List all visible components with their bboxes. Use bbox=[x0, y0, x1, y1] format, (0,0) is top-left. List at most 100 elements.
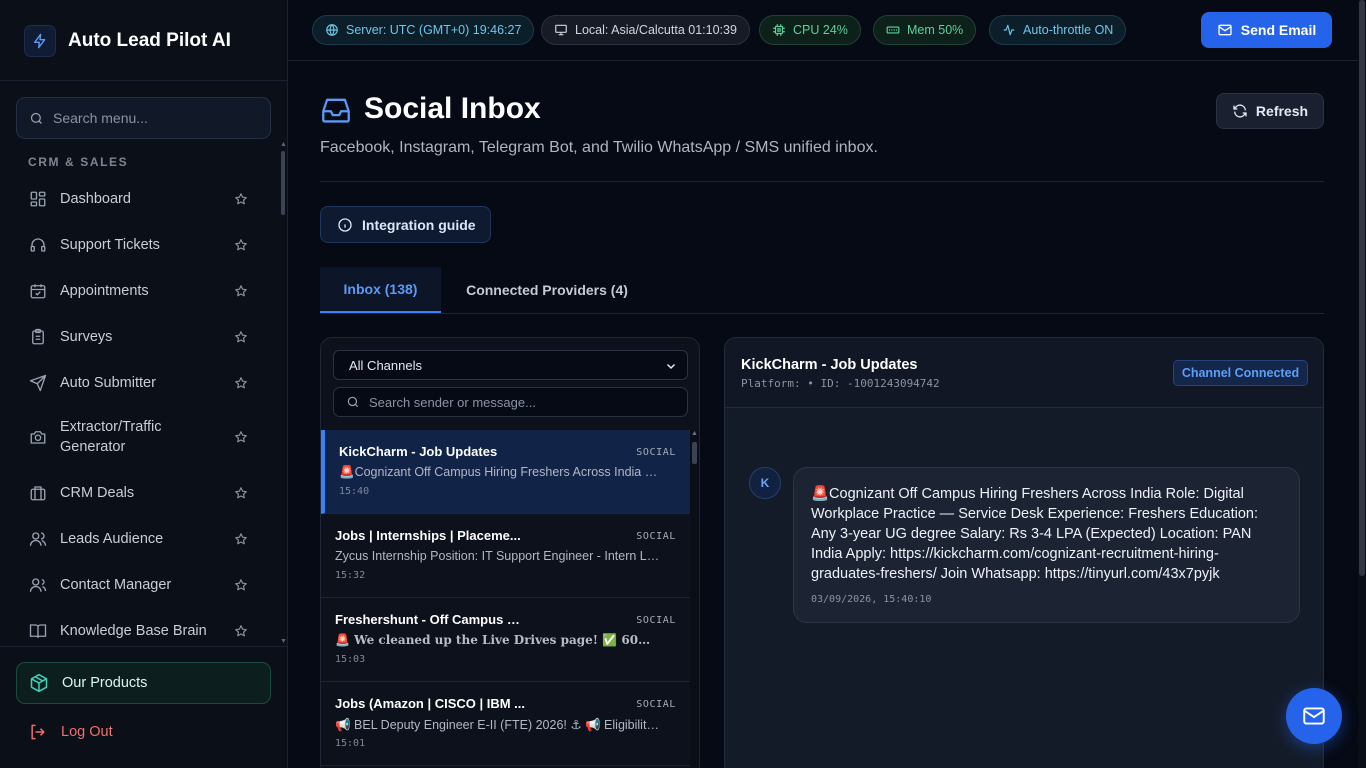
globe-icon bbox=[325, 23, 339, 37]
sidebar-scrollbar[interactable]: ▲ ▼ bbox=[280, 141, 287, 645]
clipboard-list-icon bbox=[28, 327, 48, 347]
brand[interactable]: Auto Lead Pilot AI bbox=[24, 24, 231, 57]
sidebar-item-appointments[interactable]: Appointments bbox=[16, 280, 272, 302]
logout-button[interactable]: Log Out bbox=[16, 716, 113, 748]
sidebar: Auto Lead Pilot AI CRM & SALES ▲ ▼ Dashb… bbox=[0, 0, 288, 768]
sidebar-item-label: Leads Audience bbox=[60, 531, 164, 547]
message-bubble: 🚨Cognizant Off Campus Hiring Freshers Ac… bbox=[793, 467, 1300, 623]
top-bar: Server: UTC (GMT+0) 19:46:27 Local: Asia… bbox=[288, 0, 1358, 61]
sidebar-search-input[interactable] bbox=[53, 110, 253, 126]
mail-icon bbox=[1217, 22, 1233, 38]
conversation-name: Jobs | Internships | Placeme... bbox=[335, 528, 521, 543]
book-open-icon bbox=[28, 621, 48, 641]
divider bbox=[320, 313, 1324, 314]
page-scrollbar[interactable] bbox=[1358, 0, 1366, 768]
send-email-label: Send Email bbox=[1240, 22, 1317, 38]
message-timestamp: 03/09/2026, 15:40:10 bbox=[811, 594, 932, 605]
message-search[interactable] bbox=[333, 387, 688, 417]
our-products-button[interactable]: Our Products bbox=[16, 662, 271, 704]
refresh-icon bbox=[1232, 103, 1248, 119]
avatar: K bbox=[749, 467, 781, 499]
tab-inbox[interactable]: Inbox (138) bbox=[320, 267, 441, 313]
conversation-header: KickCharm - Job Updates Platform: • ID: … bbox=[725, 338, 1323, 408]
channel-filter-select[interactable]: All Channels bbox=[333, 350, 688, 380]
logout-icon bbox=[28, 722, 48, 742]
sidebar-item-knowledge-base[interactable]: Knowledge Base Brain bbox=[16, 620, 272, 642]
sidebar-item-label: Auto Submitter bbox=[60, 375, 156, 391]
send-email-button[interactable]: Send Email bbox=[1201, 12, 1332, 48]
package-icon bbox=[29, 673, 49, 693]
sidebar-item-label: Surveys bbox=[60, 329, 113, 345]
sidebar-item-label: Support Tickets bbox=[60, 237, 160, 253]
star-icon[interactable] bbox=[234, 192, 248, 206]
divider bbox=[0, 80, 287, 81]
star-icon[interactable] bbox=[234, 624, 248, 638]
scroll-down-icon[interactable]: ▼ bbox=[280, 638, 287, 645]
memory-text: Mem 50% bbox=[907, 23, 964, 37]
conversation-detail-panel: KickCharm - Job Updates Platform: • ID: … bbox=[724, 337, 1324, 768]
sidebar-item-label: CRM Deals bbox=[60, 485, 135, 501]
conversation-time: 15:32 bbox=[335, 570, 366, 581]
conversation-item[interactable]: Freshershunt - Off Campus D... SOCIAL 🚨 … bbox=[321, 598, 690, 682]
conversation-tag: SOCIAL bbox=[636, 615, 676, 626]
sidebar-item-label: Dashboard bbox=[60, 191, 131, 207]
conversation-name: KickCharm - Job Updates bbox=[339, 444, 498, 459]
star-icon[interactable] bbox=[234, 578, 248, 592]
sidebar-search[interactable] bbox=[16, 97, 271, 139]
conversation-time: 15:03 bbox=[335, 654, 366, 665]
scrollbar-thumb[interactable] bbox=[281, 151, 285, 215]
sidebar-item-auto-submitter[interactable]: Auto Submitter bbox=[16, 372, 272, 394]
server-time-text: Server: UTC (GMT+0) 19:46:27 bbox=[346, 23, 522, 37]
search-icon bbox=[29, 111, 44, 126]
star-icon[interactable] bbox=[234, 486, 248, 500]
divider bbox=[320, 181, 1324, 182]
sidebar-item-extractor[interactable]: Extractor/Traffic Generator bbox=[16, 416, 272, 458]
camera-icon bbox=[28, 427, 48, 447]
conversation-name: Jobs (Amazon | CISCO | IBM ... bbox=[335, 696, 525, 711]
refresh-button[interactable]: Refresh bbox=[1216, 93, 1324, 129]
sidebar-section-title: CRM & SALES bbox=[28, 155, 129, 169]
sidebar-item-contact-manager[interactable]: Contact Manager bbox=[16, 574, 272, 596]
activity-icon bbox=[1002, 23, 1016, 37]
auto-throttle-badge: Auto-throttle ON bbox=[989, 15, 1127, 45]
scroll-up-icon[interactable]: ▲ bbox=[280, 141, 287, 148]
star-icon[interactable] bbox=[234, 430, 248, 444]
conversation-item[interactable]: Jobs (Amazon | CISCO | IBM ... SOCIAL 📢 … bbox=[321, 682, 690, 766]
page-title: Social Inbox bbox=[364, 92, 541, 125]
sidebar-item-label: Knowledge Base Brain bbox=[60, 623, 207, 639]
conversation-item[interactable]: Jobs | Internships | Placeme... SOCIAL Z… bbox=[321, 514, 690, 598]
conversation-list-scrollbar[interactable]: ▲ bbox=[690, 430, 699, 768]
chevron-down-icon bbox=[665, 360, 677, 372]
send-icon bbox=[28, 373, 48, 393]
conversation-preview: 🚨 We cleaned up the Live Drives page! ✅ … bbox=[335, 633, 660, 647]
star-icon[interactable] bbox=[234, 284, 248, 298]
star-icon[interactable] bbox=[234, 238, 248, 252]
memory-icon bbox=[886, 23, 900, 37]
sidebar-item-dashboard[interactable]: Dashboard bbox=[16, 188, 272, 210]
compose-mail-button[interactable] bbox=[1286, 688, 1342, 744]
refresh-label: Refresh bbox=[1255, 103, 1309, 119]
scrollbar-thumb[interactable] bbox=[1359, 0, 1365, 576]
scrollbar-thumb[interactable] bbox=[692, 442, 697, 464]
conversation-name: Freshershunt - Off Campus D... bbox=[335, 612, 525, 627]
scroll-up-icon[interactable]: ▲ bbox=[691, 430, 698, 437]
sidebar-item-leads-audience[interactable]: Leads Audience bbox=[16, 528, 272, 550]
message-search-input[interactable] bbox=[369, 394, 669, 410]
auto-throttle-text: Auto-throttle ON bbox=[1023, 23, 1114, 37]
users-icon bbox=[28, 529, 48, 549]
integration-guide-button[interactable]: Integration guide bbox=[320, 206, 491, 243]
sidebar-item-support-tickets[interactable]: Support Tickets bbox=[16, 234, 272, 256]
sidebar-item-surveys[interactable]: Surveys bbox=[16, 326, 272, 348]
tab-connected-providers[interactable]: Connected Providers (4) bbox=[449, 267, 645, 313]
star-icon[interactable] bbox=[234, 532, 248, 546]
sidebar-item-crm-deals[interactable]: CRM Deals bbox=[16, 482, 272, 504]
headset-icon bbox=[28, 235, 48, 255]
search-icon bbox=[346, 395, 360, 409]
cpu-badge: CPU 24% bbox=[759, 15, 861, 45]
calendar-check-icon bbox=[28, 281, 48, 301]
monitor-icon bbox=[554, 23, 568, 37]
sidebar-item-label: Appointments bbox=[60, 283, 149, 299]
star-icon[interactable] bbox=[234, 376, 248, 390]
conversation-item[interactable]: KickCharm - Job Updates SOCIAL 🚨Cognizan… bbox=[321, 430, 690, 514]
star-icon[interactable] bbox=[234, 330, 248, 344]
